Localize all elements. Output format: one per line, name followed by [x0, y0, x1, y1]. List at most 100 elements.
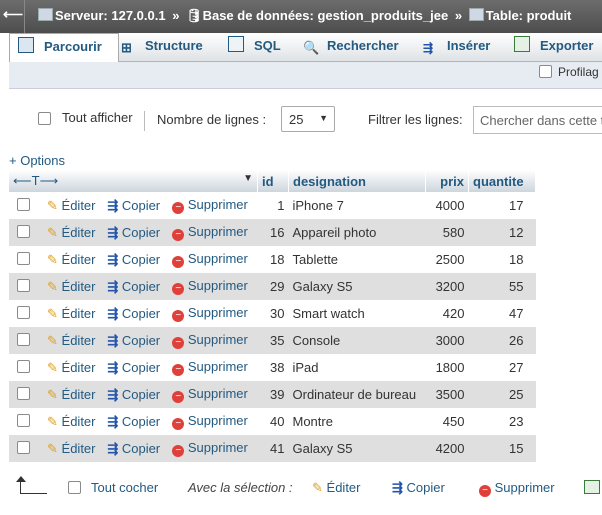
row-checkbox[interactable] [17, 413, 30, 427]
cell-id: 41 [257, 435, 289, 462]
row-edit-button[interactable]: ✎ Éditer [43, 273, 104, 300]
pencil-icon: ✎ [312, 480, 323, 495]
tab-inserer[interactable]: ⇶ Insérer [423, 33, 490, 61]
table-row[interactable]: ✎ Éditer ⇶ Copier − Supprimer 38 iPad 1800 27 [9, 354, 536, 381]
row-copy-button[interactable]: ⇶ Copier [103, 300, 169, 327]
delete-icon: − [172, 229, 185, 241]
table-row[interactable]: ✎ Éditer ⇶ Copier − Supprimer 1 iPhone 7 4000… [9, 192, 536, 219]
pencil-icon: ✎ [47, 305, 58, 321]
copy-icon: ⇶ [107, 224, 119, 240]
cell-id: 16 [257, 219, 289, 246]
options-link[interactable]: + Options [9, 153, 65, 168]
cell-designation: Console [288, 327, 426, 354]
row-edit-button[interactable]: ✎ Éditer [43, 354, 104, 381]
sort-dropdown-icon[interactable]: ▼ [243, 173, 253, 184]
tab-parcourir[interactable]: Parcourir [9, 33, 119, 62]
row-copy-button[interactable]: ⇶ Copier [103, 219, 169, 246]
column-header-quantite[interactable]: quantite [468, 170, 536, 192]
row-copy-button[interactable]: ⇶ Copier [103, 273, 169, 300]
results-table: ⟵T⟶ ▼ id designation prix quantite ✎ Édi… [9, 170, 536, 462]
column-header-prix[interactable]: prix [425, 170, 469, 192]
cell-quantite: 26 [468, 327, 536, 354]
cell-quantite: 47 [468, 300, 536, 327]
profiling-checkbox[interactable] [539, 65, 552, 78]
row-edit-button[interactable]: ✎ Éditer [43, 300, 104, 327]
cell-prix: 4200 [425, 435, 469, 462]
breadcrumb-table[interactable]: Table: produit [486, 8, 572, 23]
cell-prix: 580 [425, 219, 469, 246]
row-checkbox[interactable] [17, 251, 30, 265]
delete-icon: − [172, 364, 185, 376]
row-copy-button[interactable]: ⇶ Copier [103, 435, 169, 462]
row-checkbox[interactable] [17, 386, 30, 400]
cell-prix: 450 [425, 408, 469, 435]
table-row[interactable]: ✎ Éditer ⇶ Copier − Supprimer 35 Console 3000… [9, 327, 536, 354]
with-selection-label: Avec la sélection : [188, 480, 293, 495]
row-delete-button[interactable]: − Supprimer [168, 192, 258, 219]
row-delete-button[interactable]: − Supprimer [168, 381, 258, 408]
show-all-checkbox[interactable] [38, 112, 51, 125]
row-checkbox[interactable] [17, 332, 30, 346]
bulk-copy-button[interactable]: ⇶ Copier [392, 480, 445, 496]
column-header-designation[interactable]: designation [288, 170, 426, 192]
row-edit-button[interactable]: ✎ Éditer [43, 381, 104, 408]
table-row[interactable]: ✎ Éditer ⇶ Copier − Supprimer 41 Galaxy S5 42… [9, 435, 536, 462]
row-checkbox[interactable] [17, 305, 30, 319]
export-icon[interactable] [584, 480, 600, 494]
row-checkbox[interactable] [17, 278, 30, 292]
check-all-label[interactable]: Tout cocher [91, 480, 158, 495]
cell-quantite: 23 [468, 408, 536, 435]
tab-rechercher[interactable]: 🔍 Rechercher [303, 33, 399, 61]
pencil-icon: ✎ [47, 224, 58, 240]
sql-icon [228, 36, 244, 52]
filter-rows-input[interactable]: Chercher dans cette t [473, 106, 602, 134]
cell-prix: 3000 [425, 327, 469, 354]
breadcrumb-database[interactable]: Base de données: gestion_produits_jee [203, 8, 449, 23]
row-delete-button[interactable]: − Supprimer [168, 219, 258, 246]
row-edit-button[interactable]: ✎ Éditer [43, 327, 104, 354]
row-delete-button[interactable]: − Supprimer [168, 300, 258, 327]
cell-quantite: 25 [468, 381, 536, 408]
table-row[interactable]: ✎ Éditer ⇶ Copier − Supprimer 39 Ordinateur … [9, 381, 536, 408]
table-row[interactable]: ✎ Éditer ⇶ Copier − Supprimer 16 Appareil ph… [9, 219, 536, 246]
column-resize-arrows-icon[interactable]: ⟵T⟶ [13, 173, 58, 188]
row-copy-button[interactable]: ⇶ Copier [103, 408, 169, 435]
row-delete-button[interactable]: − Supprimer [168, 408, 258, 435]
row-copy-button[interactable]: ⇶ Copier [103, 192, 169, 219]
row-checkbox[interactable] [17, 440, 30, 454]
rows-count-select[interactable]: 25 ▼ [281, 106, 335, 132]
row-edit-button[interactable]: ✎ Éditer [43, 219, 104, 246]
cell-prix: 420 [425, 300, 469, 327]
column-header-id[interactable]: id [257, 170, 289, 192]
row-delete-button[interactable]: − Supprimer [168, 246, 258, 273]
check-all-checkbox[interactable] [68, 481, 81, 494]
row-edit-button[interactable]: ✎ Éditer [43, 246, 104, 273]
row-checkbox[interactable] [17, 359, 30, 373]
row-copy-button[interactable]: ⇶ Copier [103, 246, 169, 273]
row-delete-button[interactable]: − Supprimer [168, 435, 258, 462]
delete-icon: − [479, 485, 491, 497]
row-checkbox[interactable] [17, 224, 30, 238]
row-delete-button[interactable]: − Supprimer [168, 327, 258, 354]
table-row[interactable]: ✎ Éditer ⇶ Copier − Supprimer 30 Smart watch… [9, 300, 536, 327]
tab-bar: Parcourir ⊞ Structure SQL 🔍 Rechercher ⇶ In… [9, 33, 602, 62]
row-copy-button[interactable]: ⇶ Copier [103, 354, 169, 381]
table-row[interactable]: ✎ Éditer ⇶ Copier − Supprimer 18 Tablette 250… [9, 246, 536, 273]
bulk-delete-button[interactable]: − Supprimer [479, 480, 555, 497]
row-edit-button[interactable]: ✎ Éditer [43, 192, 104, 219]
row-edit-button[interactable]: ✎ Éditer [43, 435, 104, 462]
row-delete-button[interactable]: − Supprimer [168, 273, 258, 300]
row-copy-button[interactable]: ⇶ Copier [103, 381, 169, 408]
table-row[interactable]: ✎ Éditer ⇶ Copier − Supprimer 29 Galaxy S5 32… [9, 273, 536, 300]
row-edit-button[interactable]: ✎ Éditer [43, 408, 104, 435]
tab-structure[interactable]: ⊞ Structure [121, 33, 203, 61]
bulk-edit-button[interactable]: ✎ Éditer [312, 480, 361, 496]
tab-exporter[interactable]: Exporter [514, 33, 593, 61]
row-checkbox[interactable] [17, 197, 30, 211]
breadcrumb-server[interactable]: Serveur: 127.0.0.1 [55, 8, 166, 23]
tab-sql[interactable]: SQL [228, 33, 281, 61]
row-copy-button[interactable]: ⇶ Copier [103, 327, 169, 354]
table-row[interactable]: ✎ Éditer ⇶ Copier − Supprimer 40 Montre 450 23 [9, 408, 536, 435]
collapse-arrow-icon[interactable]: ⟵ [2, 0, 25, 33]
row-delete-button[interactable]: − Supprimer [168, 354, 258, 381]
